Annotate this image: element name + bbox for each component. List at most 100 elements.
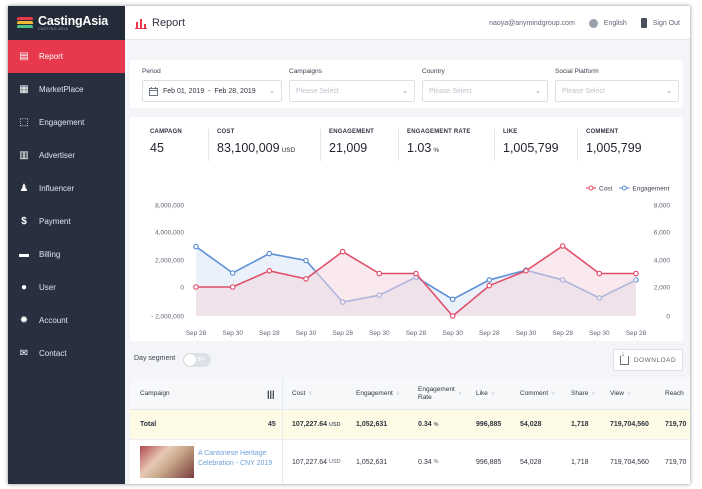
country-placeholder: Please Select xyxy=(429,87,472,95)
campaigns-select[interactable]: Please Select ⌄ xyxy=(289,80,415,102)
left-axis-tick: 0 xyxy=(180,285,184,292)
sidebar-item-label: Contact xyxy=(39,349,67,358)
right-axis-tick: 8,000 xyxy=(654,203,671,210)
frame-icon: ⬚ xyxy=(19,117,29,128)
sidebar-item-advertiser[interactable]: ▥ Advertiser xyxy=(8,139,125,172)
campaigns-label: Campaigns xyxy=(289,68,322,75)
row-like: 996,885 xyxy=(476,458,502,466)
signout-icon xyxy=(640,18,647,28)
campaign-link[interactable]: A Cantonese Heritage Celebration - CNY 2… xyxy=(198,449,284,469)
table-total-row: Total 45 107,227.64 USD 1,052,631 0.34% 9… xyxy=(130,410,690,440)
bar-chart-icon: ▤ xyxy=(19,51,29,62)
sidebar-item-account[interactable]: ✹ Account xyxy=(8,304,125,337)
download-button[interactable]: DOWNLOAD xyxy=(613,349,683,371)
top-right-menu: naoya@anymindgroup.com English Sign Out xyxy=(489,6,680,40)
data-point-cost xyxy=(486,282,493,289)
columns-icon[interactable]: ||| xyxy=(267,378,275,410)
th-reach[interactable]: Reach xyxy=(665,378,684,410)
sidebar-item-billing[interactable]: ▬ Billing xyxy=(8,238,125,271)
period-value: Feb 01, 2019 - Feb 28, 2019 xyxy=(163,87,256,95)
sidebar-item-payment[interactable]: $ Payment xyxy=(8,205,125,238)
gear-icon: ✹ xyxy=(19,315,29,326)
x-axis-tick: Sep 30 xyxy=(369,330,390,337)
left-axis-tick: 8,000,000 xyxy=(155,203,184,210)
data-point-engagement xyxy=(193,243,199,250)
summary-card: CAMPAGN 45 COST 83,100,009 USD ENGAGEMENT… xyxy=(130,117,683,341)
brand-name: CastingAsia xyxy=(38,13,109,28)
th-engagement[interactable]: Engagement ⇕ xyxy=(356,378,400,410)
total-count: 45 xyxy=(268,421,276,428)
top-bar: Report naoya@anymindgroup.com English Si… xyxy=(125,6,690,40)
language-selector[interactable]: English xyxy=(604,20,627,27)
total-reach: 719,70 xyxy=(665,421,687,428)
platform-select[interactable]: Please Select ⌄ xyxy=(555,80,679,102)
th-view[interactable]: View ⇕ xyxy=(610,378,631,410)
data-point-cost xyxy=(193,284,199,290)
data-point-engagement xyxy=(449,296,456,303)
th-share[interactable]: Share ⇕ xyxy=(571,378,596,410)
sidebar-item-engagement[interactable]: ⬚ Engagement xyxy=(8,106,125,139)
table-row[interactable]: A Cantonese Heritage Celebration - CNY 2… xyxy=(130,440,690,484)
data-point-engagement xyxy=(229,270,236,276)
segment-row: Day segment OFF DOWNLOAD xyxy=(130,344,683,378)
data-point-cost xyxy=(559,243,566,249)
x-axis-tick: Sep 28 xyxy=(552,330,573,337)
sidebar-item-label: Influencer xyxy=(39,184,75,193)
total-share: 1,718 xyxy=(571,421,589,428)
legend-marker xyxy=(621,185,627,191)
right-axis-tick: 2,000 xyxy=(654,285,671,292)
card-icon: ▬ xyxy=(19,249,29,260)
globe-icon xyxy=(588,18,598,28)
row-reach: 719,70 xyxy=(665,458,687,466)
data-point-cost xyxy=(633,270,639,277)
sidebar-item-label: Advertiser xyxy=(39,151,76,160)
total-engagement: 1,052,631 xyxy=(356,421,388,428)
grid-icon: ▦ xyxy=(19,84,29,95)
dollar-icon: $ xyxy=(21,216,27,227)
report-icon xyxy=(135,18,147,29)
user-email[interactable]: naoya@anymindgroup.com xyxy=(489,20,575,27)
sidebar-item-influencer[interactable]: ♟ Influencer xyxy=(8,172,125,205)
page-title: Report xyxy=(152,16,186,29)
app-window: CastingAsia CASTING ASIA ▤ Report ▦ MarketP… xyxy=(8,6,690,484)
chevron-down-icon: ⌄ xyxy=(269,88,275,95)
th-comment[interactable]: Comment ⇕ xyxy=(520,378,555,410)
total-comment: 54,028 xyxy=(520,421,542,428)
x-axis-tick: Sep 30 xyxy=(589,330,610,337)
legend-marker xyxy=(588,185,594,191)
data-point-cost xyxy=(376,270,383,277)
row-view: 719,704,560 xyxy=(610,458,649,466)
x-axis-tick: Sep 28 xyxy=(626,330,647,337)
sidebar-item-report[interactable]: ▤ Report xyxy=(8,40,125,73)
row-eng-rate: 0.34% xyxy=(418,458,439,466)
row-cost: 107,227.64 USD xyxy=(292,458,341,466)
total-label: Total xyxy=(140,421,157,428)
sidebar-item-label: Account xyxy=(39,316,68,325)
period-picker[interactable]: Feb 01, 2019 - Feb 28, 2019 ⌄ xyxy=(142,80,282,102)
data-point-cost xyxy=(413,270,419,277)
report-table: Campaign ||| Cost ⇕ Engagement ⇕ Engagemen… xyxy=(130,378,690,484)
sidebar-item-user[interactable]: ● User xyxy=(8,271,125,304)
country-label: Country xyxy=(422,68,445,75)
th-like[interactable]: Like ⇕ xyxy=(476,378,495,410)
signout-link[interactable]: Sign Out xyxy=(653,20,680,27)
th-engagement-rate[interactable]: Engagement Rate ⇕ xyxy=(418,378,462,410)
legend-label: Engagement xyxy=(632,186,669,193)
calendar-icon xyxy=(149,86,158,96)
total-cost: 107,227.64 USD xyxy=(292,421,341,428)
campaign-thumbnail[interactable] xyxy=(140,446,194,478)
brand-logo[interactable]: CastingAsia CASTING ASIA xyxy=(8,6,125,40)
right-axis-tick: 0 xyxy=(666,314,670,321)
data-point-engagement xyxy=(303,257,309,264)
sidebar-item-marketplace[interactable]: ▦ MarketPlace xyxy=(8,73,125,106)
chevron-down-icon: ⌄ xyxy=(535,88,541,95)
sidebar-item-contact[interactable]: ✉ Contact xyxy=(8,337,125,370)
download-icon xyxy=(619,350,629,365)
country-select[interactable]: Please Select ⌄ xyxy=(422,80,548,102)
filters-card: Period Feb 01, 2019 - Feb 28, 2019 ⌄ Cam… xyxy=(130,60,683,108)
sidebar-item-label: User xyxy=(39,283,56,292)
sidebar-item-label: Engagement xyxy=(39,118,85,127)
th-campaign[interactable]: Campaign xyxy=(140,378,170,410)
day-segment-toggle[interactable]: OFF xyxy=(183,353,211,367)
th-cost[interactable]: Cost ⇕ xyxy=(292,378,313,410)
